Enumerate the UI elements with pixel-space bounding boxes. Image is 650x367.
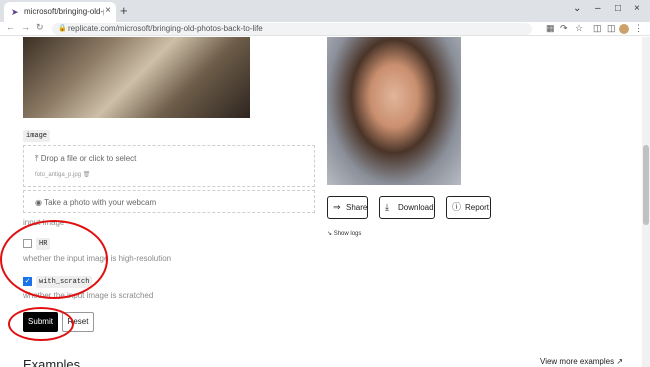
address-bar[interactable]: 🔒 replicate.com/microsoft/bringing-old-p… xyxy=(52,23,532,35)
with-scratch-label: with_scratch xyxy=(36,276,93,288)
hr-hint: whether the input image is high-resoluti… xyxy=(23,254,172,263)
trash-icon[interactable]: 🗑 xyxy=(83,172,91,178)
close-icon[interactable]: × xyxy=(105,5,111,16)
maximize-icon[interactable]: □ xyxy=(615,3,621,14)
reset-button[interactable]: Reset xyxy=(62,312,94,332)
plus-icon[interactable]: + xyxy=(120,3,128,18)
download-label: Download xyxy=(398,203,434,212)
avatar[interactable] xyxy=(619,24,629,34)
download-button[interactable]: ⤓ Download xyxy=(379,196,435,219)
report-button[interactable]: ⓘ Report xyxy=(446,196,491,219)
file-dropzone[interactable]: ⤒ Drop a file or click to select foto_an… xyxy=(23,145,315,187)
page-content: image ⤒ Drop a file or click to select f… xyxy=(0,37,642,367)
with-scratch-hint: whether the input image is scratched xyxy=(23,291,154,300)
back-icon[interactable]: ← xyxy=(6,22,15,32)
browser-toolbar: ← → ↻ 🔒 replicate.com/microsoft/bringing… xyxy=(0,22,650,36)
with-scratch-checkbox[interactable]: ✓ xyxy=(23,277,32,286)
share-button[interactable]: ⇒ Share xyxy=(327,196,368,219)
url-text: replicate.com/microsoft/bringing-old-pho… xyxy=(68,24,263,33)
chevron-down-icon[interactable]: ⌄ xyxy=(573,3,581,14)
examples-heading: Examples xyxy=(23,357,81,367)
upload-icon: ⤒ xyxy=(35,154,39,163)
reload-icon[interactable]: ↻ xyxy=(36,22,44,33)
view-more-examples-link[interactable]: View more examples ↗ xyxy=(540,357,623,366)
rocket-icon: ➤ xyxy=(11,7,19,17)
show-logs-label: Show logs xyxy=(333,231,362,237)
selected-file: foto_antiga_p.jpg 🗑 xyxy=(35,171,90,178)
browser-tab[interactable]: ➤ microsoft/bringing-old-photos-… × xyxy=(4,2,116,22)
dropzone-text: ⤒ Drop a file or click to select xyxy=(35,154,136,164)
side-panel-icon[interactable]: ◫ xyxy=(607,23,616,34)
info-icon: ⓘ xyxy=(452,202,462,212)
share-page-icon[interactable]: ↷ xyxy=(560,23,568,34)
menu-icon[interactable]: ⋮ xyxy=(634,23,643,34)
forward-icon[interactable]: → xyxy=(21,22,30,32)
star-icon[interactable]: ☆ xyxy=(575,23,583,34)
hr-checkbox[interactable] xyxy=(23,239,32,248)
image-hint: input image xyxy=(23,218,65,227)
file-name: foto_antiga_p.jpg xyxy=(35,172,82,178)
lock-icon: 🔒 xyxy=(58,25,67,32)
webcam-text: ◉ Take a photo with your webcam xyxy=(35,198,156,207)
drop-label: Drop a file or click to select xyxy=(40,154,137,163)
hr-label: HR xyxy=(36,238,51,250)
download-icon: ⤓ xyxy=(385,202,389,212)
extensions-icon[interactable]: ◫ xyxy=(593,23,602,34)
webcam-button[interactable]: ◉ Take a photo with your webcam xyxy=(23,190,315,213)
camera-icon: ◉ xyxy=(35,198,42,207)
translate-icon[interactable]: ▦ xyxy=(546,23,555,34)
input-photo-preview xyxy=(23,37,250,118)
output-photo xyxy=(327,37,461,185)
report-label: Report xyxy=(465,203,490,212)
image-label: image xyxy=(23,130,51,142)
expand-icon: ↘ xyxy=(327,231,333,237)
submit-button[interactable]: Submit xyxy=(23,312,58,332)
webcam-label: Take a photo with your webcam xyxy=(44,198,157,207)
tab-strip: ➤ microsoft/bringing-old-photos-… × + ⌄ … xyxy=(0,0,650,22)
show-logs-link[interactable]: ↘ Show logs xyxy=(327,230,361,237)
share-label: Share xyxy=(346,203,368,212)
share-icon: ⇒ xyxy=(333,202,341,212)
tab-title: microsoft/bringing-old-photos-… xyxy=(24,7,104,16)
minimize-icon[interactable]: – xyxy=(595,3,601,14)
scrollbar-thumb[interactable] xyxy=(643,145,649,225)
window-close-icon[interactable]: × xyxy=(634,3,640,14)
